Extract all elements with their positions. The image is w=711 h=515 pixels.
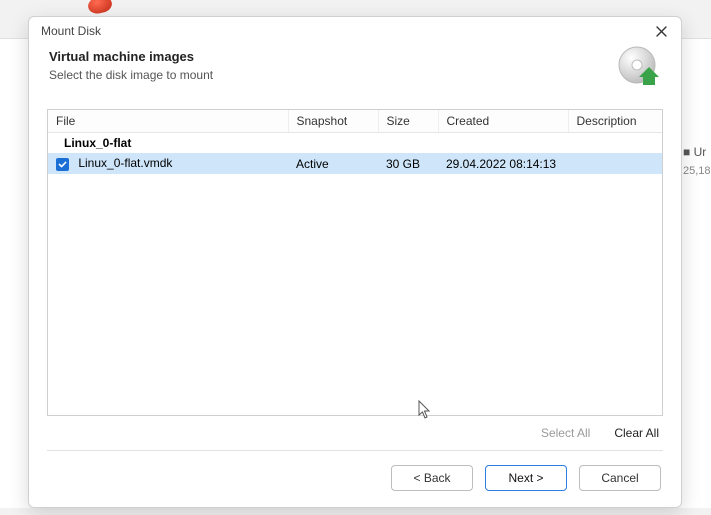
bg-right-line1: Ur [694, 145, 707, 159]
page-subtitle: Select the disk image to mount [49, 68, 213, 82]
table-row[interactable]: Linux_0-flat.vmdk Active 30 GB 29.04.202… [48, 153, 662, 174]
cell-description [568, 153, 662, 174]
cell-created: 29.04.2022 08:14:13 [438, 153, 568, 174]
select-all-link[interactable]: Select All [541, 426, 590, 440]
bg-badge [87, 0, 114, 15]
disc-mount-icon [617, 45, 661, 89]
wizard-buttons: < Back Next > Cancel [29, 451, 681, 507]
table-group-row[interactable]: Linux_0-flat [48, 133, 662, 154]
window-title: Mount Disk [41, 24, 101, 38]
bg-right-line2: 25,18 [683, 165, 711, 177]
clear-all-link[interactable]: Clear All [614, 426, 659, 440]
next-button[interactable]: Next > [485, 465, 567, 491]
col-description[interactable]: Description [568, 110, 662, 133]
dialog-header: Virtual machine images Select the disk i… [29, 45, 681, 101]
col-created[interactable]: Created [438, 110, 568, 133]
check-icon [58, 160, 67, 169]
titlebar: Mount Disk [29, 17, 681, 45]
close-button[interactable] [649, 19, 673, 43]
row-checkbox[interactable] [56, 158, 69, 171]
selection-links: Select All Clear All [29, 416, 681, 444]
cell-file: Linux_0-flat.vmdk [78, 156, 172, 170]
col-size[interactable]: Size [378, 110, 438, 133]
group-name: Linux_0-flat [48, 133, 662, 154]
cancel-button[interactable]: Cancel [579, 465, 661, 491]
mount-disk-dialog: Mount Disk Virtual machine images Select… [28, 16, 682, 508]
col-snapshot[interactable]: Snapshot [288, 110, 378, 133]
table-header-row: File Snapshot Size Created Description [48, 110, 662, 133]
col-file[interactable]: File [48, 110, 288, 133]
close-icon [656, 26, 667, 37]
cell-snapshot: Active [288, 153, 378, 174]
page-title: Virtual machine images [49, 49, 213, 64]
cell-size: 30 GB [378, 153, 438, 174]
image-table-container: File Snapshot Size Created Description L… [47, 109, 663, 416]
bg-right-panel: ■ Ur 25,18 [683, 145, 711, 205]
back-button[interactable]: < Back [391, 465, 473, 491]
image-table: File Snapshot Size Created Description L… [48, 110, 662, 174]
